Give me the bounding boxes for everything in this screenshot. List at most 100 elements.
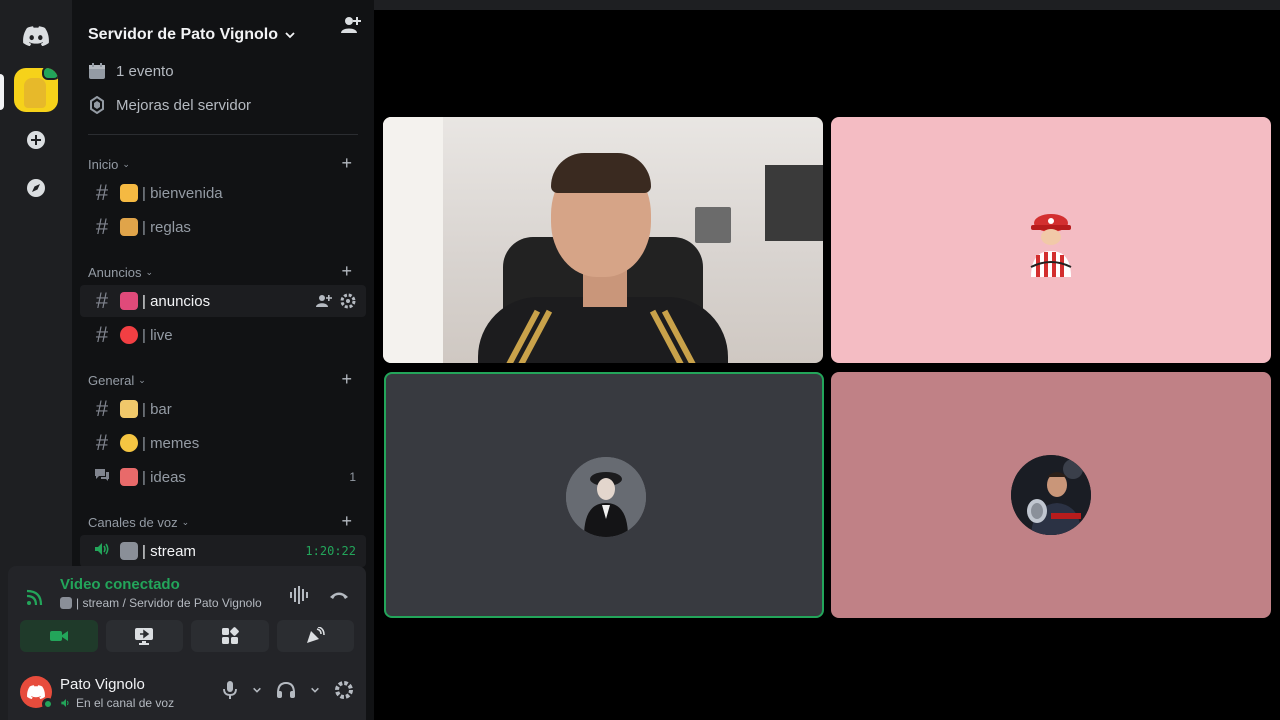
channel-bar[interactable]: # | bar [80, 393, 366, 425]
server-header[interactable]: Servidor de Pato Vignolo [72, 10, 374, 60]
avatar[interactable] [20, 676, 54, 710]
video-tile-rose-avatar[interactable] [831, 372, 1271, 618]
red-circle-emoji-icon [120, 326, 138, 344]
headphones-icon[interactable] [276, 681, 296, 699]
channel-anuncios[interactable]: # | anuncios [80, 285, 366, 317]
video-tile-webcam[interactable] [383, 117, 823, 363]
gear-icon[interactable] [334, 680, 354, 700]
activities-icon [221, 627, 239, 644]
chevron-down-icon: ⌄ [138, 374, 146, 385]
server-avatar-figure [24, 78, 46, 108]
user-status-text: En el canal de voz [76, 696, 175, 710]
username[interactable]: Pato Vignolo [60, 676, 145, 693]
webcam-shelf-decoration [695, 207, 731, 243]
microphone-icon[interactable] [222, 680, 238, 700]
video-tile-pink-avatar[interactable] [831, 117, 1271, 363]
peaky-blinders-avatar-image [566, 457, 646, 537]
webcam-person-hair [551, 153, 651, 193]
channel-name: | reglas [142, 218, 191, 236]
disconnect-icon[interactable] [328, 584, 350, 606]
hashtag-icon: # [95, 214, 109, 239]
voice-channel-stream[interactable]: | stream 1:20:22 [80, 535, 366, 567]
voice-video-stage [374, 0, 1280, 720]
events-item[interactable]: 1 evento [88, 62, 174, 80]
discord-icon [27, 685, 45, 699]
channel-bienvenida[interactable]: # | bienvenida [80, 177, 366, 209]
channel-name: | bar [142, 400, 172, 418]
category-inicio[interactable]: Inicio ⌄ + [88, 154, 358, 174]
hashtag-icon: # [95, 288, 109, 313]
explore-button[interactable] [12, 164, 60, 212]
chevron-down-icon[interactable] [252, 685, 262, 695]
channel-name: | bienvenida [142, 184, 223, 202]
chevron-down-icon[interactable] [310, 685, 320, 695]
add-user-icon [341, 17, 361, 33]
beer-emoji-icon [120, 400, 138, 418]
channel-memes[interactable]: # | memes [80, 427, 366, 459]
create-channel-button[interactable]: + [341, 370, 352, 388]
channel-name: | stream [142, 542, 196, 560]
user-panel: Pato Vignolo En el canal de voz [20, 670, 354, 714]
soundboard-icon [307, 627, 326, 643]
noise-suppression-icon[interactable] [288, 584, 310, 606]
activities-button[interactable] [191, 620, 269, 652]
chevron-down-icon: ⌄ [181, 516, 190, 527]
camera-icon [49, 631, 68, 641]
discord-icon [23, 26, 49, 46]
explore-icon [27, 179, 45, 197]
signal-strength-icon[interactable] [24, 586, 46, 608]
selected-server-indicator [0, 74, 4, 110]
soundboard-button[interactable] [276, 620, 354, 652]
boost-gem-icon [90, 96, 104, 114]
channel-name: | memes [142, 434, 200, 452]
category-canales-de-voz[interactable]: Canales de voz ⌄ + [88, 512, 358, 532]
server-boosts-item[interactable]: Mejoras del servidor [88, 96, 251, 114]
category-label: Anuncios [88, 264, 142, 280]
avatar [1011, 455, 1091, 535]
chevron-down-icon [285, 32, 295, 39]
camera-emoji-icon [60, 597, 72, 609]
voice-action-row [20, 620, 354, 652]
chevron-down-icon: ⌄ [145, 266, 154, 277]
gear-icon[interactable] [340, 293, 356, 309]
create-channel-button[interactable]: + [341, 154, 352, 172]
screen-share-button[interactable] [105, 620, 183, 652]
chevron-down-icon: ⌄ [122, 158, 130, 169]
voice-connection-panel: Video conectado | stream / Servidor de P… [8, 566, 366, 720]
channel-name: | live [142, 326, 173, 344]
server-icon-pato-vignolo[interactable] [14, 68, 58, 112]
voice-duration-timer: 1:20:22 [305, 544, 356, 558]
invite-people-button[interactable] [340, 14, 362, 41]
voice-status[interactable]: Video conectado [60, 576, 180, 593]
avatar [566, 457, 646, 537]
voice-location[interactable]: | stream / Servidor de Pato Vignolo [60, 596, 262, 610]
category-anuncios[interactable]: Anuncios ⌄ + [88, 262, 358, 282]
camera-button[interactable] [20, 620, 98, 652]
football-fan-avatar [1030, 214, 1072, 277]
megaphone-emoji-icon [120, 292, 138, 310]
hashtag-icon: # [95, 430, 109, 455]
screen-share-icon [135, 628, 154, 645]
hashtag-icon: # [95, 322, 109, 347]
channel-live[interactable]: # | live [80, 319, 366, 351]
scroll-emoji-icon [120, 218, 138, 236]
category-general[interactable]: General ⌄ + [88, 370, 358, 390]
discord-home-button[interactable] [12, 12, 60, 60]
channel-ideas[interactable]: | ideas 1 [80, 461, 366, 493]
add-server-button[interactable] [12, 116, 60, 164]
channel-reglas[interactable]: # | reglas [80, 211, 366, 243]
channel-name: | anuncios [142, 292, 211, 310]
create-channel-button[interactable]: + [341, 512, 352, 530]
speaker-icon [90, 538, 114, 564]
video-tile-speaking-user[interactable] [384, 372, 824, 618]
invite-to-channel-icon[interactable] [316, 293, 332, 309]
hashtag-icon: # [95, 396, 109, 421]
server-name: Servidor de Pato Vignolo [88, 26, 278, 43]
create-channel-button[interactable]: + [341, 262, 352, 280]
waving-hand-emoji-icon [120, 184, 138, 202]
title-bar [374, 0, 1280, 10]
sidebar-divider [88, 134, 358, 135]
laughing-emoji-icon [120, 434, 138, 452]
calendar-icon [89, 63, 105, 79]
boosts-label: Mejoras del servidor [116, 96, 252, 114]
